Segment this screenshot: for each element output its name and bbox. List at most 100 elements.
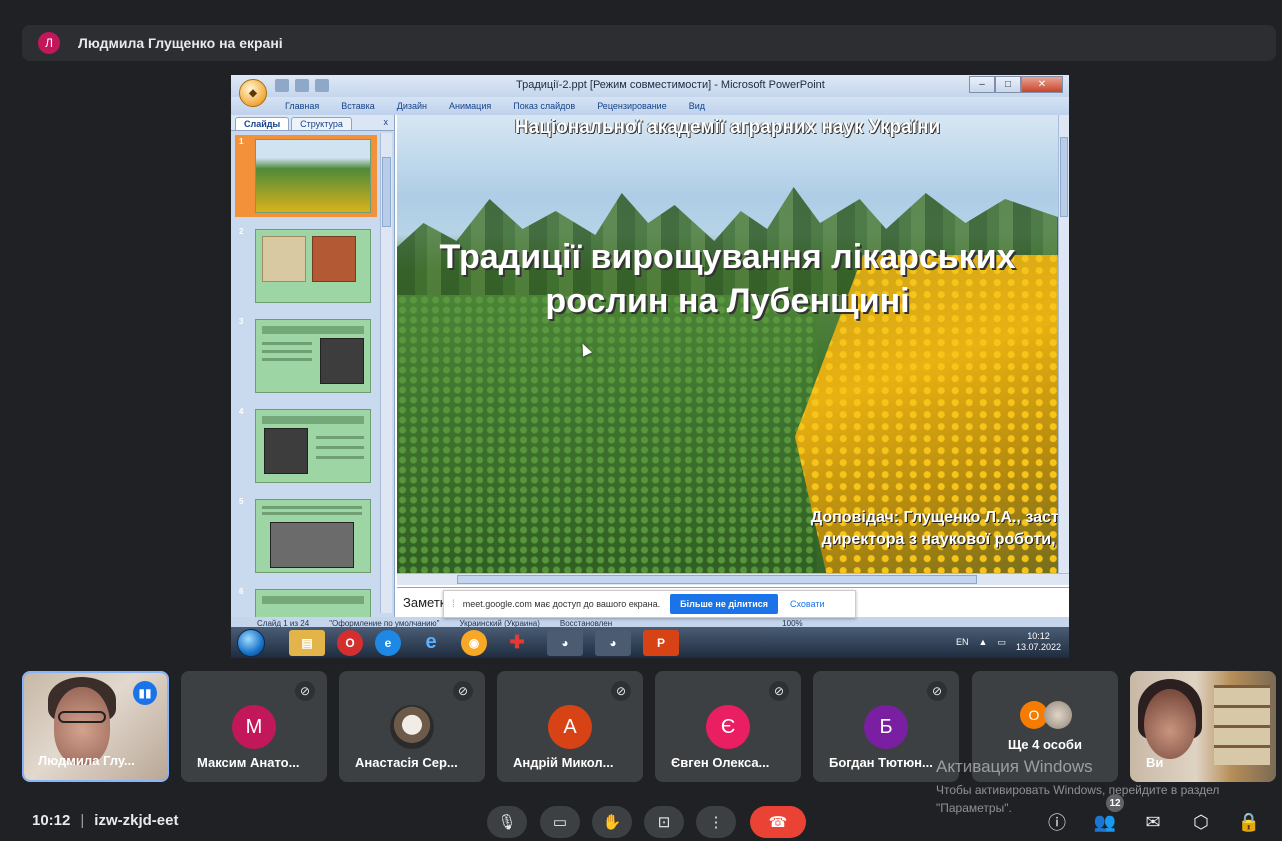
- maximize-icon[interactable]: □: [995, 76, 1021, 93]
- mic-off-icon: ⊘: [927, 681, 947, 701]
- minimize-icon[interactable]: –: [969, 76, 995, 93]
- edge-icon[interactable]: e: [375, 629, 401, 656]
- participant-tile[interactable]: ⊘ Є Євген Олекса...: [655, 671, 801, 782]
- network-icon[interactable]: ▭: [997, 637, 1006, 648]
- more-participants-label: Ще 4 особи: [1008, 737, 1082, 752]
- slide-thumbnail[interactable]: 3: [235, 315, 377, 397]
- slide-thumbnail[interactable]: 1: [235, 135, 377, 217]
- mic-button[interactable]: 🎙: [487, 806, 527, 838]
- video-glasses: [58, 711, 106, 723]
- end-call-button[interactable]: ☎: [750, 806, 806, 838]
- thumb-number: 6: [239, 587, 244, 596]
- slide-title-line: рослин на Лубенщині: [545, 282, 910, 320]
- thumb-line: [262, 358, 312, 361]
- slide-horizontal-scrollbar[interactable]: [397, 573, 1069, 585]
- undo-icon[interactable]: [295, 79, 309, 92]
- slide-speaker: Доповідач: Глущенко Л.А., засту директор…: [738, 507, 1058, 551]
- share-notification: ⁞ meet.google.com має доступ до вашого е…: [443, 590, 856, 618]
- quick-access-toolbar[interactable]: [275, 79, 345, 93]
- participant-name: Максим Анато...: [197, 755, 300, 770]
- slide-thumbnail[interactable]: 6: [235, 585, 377, 621]
- thumb-number: 5: [239, 497, 244, 506]
- ribbon-tab[interactable]: Вставка: [341, 101, 374, 111]
- scrollbar-thumb[interactable]: [382, 157, 391, 227]
- thumb-picture: [264, 428, 308, 474]
- save-icon[interactable]: [275, 79, 289, 92]
- pane-scrollbar[interactable]: [380, 133, 392, 613]
- thumb-number: 3: [239, 317, 244, 326]
- participant-tile[interactable]: ⊘ Анастасія Сер...: [339, 671, 485, 782]
- drag-handle-icon[interactable]: ⁞: [452, 599, 455, 610]
- ie-icon[interactable]: e: [413, 630, 449, 656]
- thumb-image: [255, 409, 371, 483]
- thumb-image: [255, 229, 371, 303]
- slide-thumbnail[interactable]: 2: [235, 225, 377, 307]
- present-button[interactable]: ⊡: [644, 806, 684, 838]
- meeting-details-icon[interactable]: ⓘ: [1044, 809, 1070, 835]
- video-face: [1144, 689, 1196, 759]
- scrollbar-thumb[interactable]: [1060, 137, 1068, 217]
- explorer-icon[interactable]: ▤: [289, 629, 325, 656]
- more-options-button[interactable]: ⋮: [696, 806, 736, 838]
- start-icon[interactable]: [237, 628, 265, 657]
- redo-icon[interactable]: [315, 79, 329, 92]
- meeting-code[interactable]: izw-zkjd-eet: [94, 812, 178, 829]
- scrollbar-thumb[interactable]: [457, 575, 977, 584]
- tray-arrow-icon[interactable]: ▲: [979, 637, 988, 647]
- tray-language[interactable]: EN: [956, 637, 969, 647]
- powerpoint-icon[interactable]: P: [643, 629, 679, 656]
- chrome-icon[interactable]: ◕: [595, 629, 631, 656]
- thumb-picture: [320, 338, 364, 384]
- slide-title-line: Традиції вирощування лікарських: [439, 238, 1016, 276]
- raise-hand-button[interactable]: ✋: [592, 806, 632, 838]
- ribbon-tab[interactable]: Дизайн: [397, 101, 427, 111]
- participant-tile[interactable]: ⊘ М Максим Анато...: [181, 671, 327, 782]
- present-icon: ⊡: [657, 814, 671, 831]
- participant-name: Євген Олекса...: [671, 755, 770, 770]
- share-notification-text: meet.google.com має доступ до вашого екр…: [462, 599, 661, 609]
- slide-vertical-scrollbar[interactable]: [1058, 115, 1069, 573]
- tray-clock[interactable]: 10:12 13.07.2022: [1016, 631, 1061, 653]
- participant-name: Богдан Тютюн...: [829, 755, 933, 770]
- participant-tile-self[interactable]: ▮▮ Людмила Глу...: [22, 671, 169, 782]
- window-controls: – □ ✕: [969, 76, 1063, 93]
- tab-slides[interactable]: Слайды: [235, 117, 290, 130]
- participant-tile-you[interactable]: Ви: [1130, 671, 1276, 782]
- system-tray: EN ▲ ▭ 10:12 13.07.2022: [956, 631, 1061, 653]
- close-icon[interactable]: x: [384, 117, 389, 127]
- shared-screen: Традиції-2.ppt [Режим совместимости] - M…: [231, 75, 1069, 658]
- video-bookshelf: [1214, 685, 1270, 765]
- ribbon-tab[interactable]: Рецензирование: [597, 101, 667, 111]
- chat-icon[interactable]: ✉: [1140, 809, 1166, 835]
- ribbon-tab[interactable]: Главная: [285, 101, 319, 111]
- slide-canvas[interactable]: Національної академії аграрних наук Укра…: [397, 115, 1058, 573]
- office-button[interactable]: ◆: [239, 79, 267, 107]
- camera-button[interactable]: ▭: [540, 806, 580, 838]
- chrome-icon[interactable]: ◕: [547, 629, 583, 656]
- app-icon[interactable]: ✚: [499, 630, 535, 656]
- windows-activation-title: Активация Windows: [936, 757, 1093, 776]
- mic-off-icon: ⊘: [453, 681, 473, 701]
- thumb-picture: [270, 522, 354, 568]
- participant-tile[interactable]: ⊘ А Андрій Микол...: [497, 671, 643, 782]
- speaker-line: директора з наукової роботи, к: [821, 531, 1058, 548]
- tab-outline[interactable]: Структура: [291, 117, 352, 130]
- avatar: А: [548, 705, 592, 749]
- more-avatars: О: [1020, 701, 1072, 729]
- thumb-line: [316, 436, 364, 439]
- activities-icon[interactable]: ⬡: [1188, 809, 1214, 835]
- opera-icon[interactable]: O: [337, 629, 363, 656]
- host-controls-icon[interactable]: 🔒: [1236, 809, 1262, 835]
- ribbon-tab[interactable]: Анимация: [449, 101, 491, 111]
- people-icon[interactable]: 👥: [1092, 809, 1118, 835]
- close-icon[interactable]: ✕: [1021, 76, 1063, 93]
- stop-sharing-button[interactable]: Більше не ділитися: [670, 594, 778, 614]
- tor-icon[interactable]: ◉: [461, 629, 487, 656]
- ribbon-tab[interactable]: Вид: [689, 101, 705, 111]
- hide-button[interactable]: Сховати: [790, 599, 825, 609]
- slide-thumbnail[interactable]: 5: [235, 495, 377, 577]
- ribbon-tab[interactable]: Показ слайдов: [513, 101, 575, 111]
- participant-name: Андрій Микол...: [513, 755, 614, 770]
- mic-icon: 🎙: [497, 814, 517, 831]
- slide-thumbnail[interactable]: 4: [235, 405, 377, 487]
